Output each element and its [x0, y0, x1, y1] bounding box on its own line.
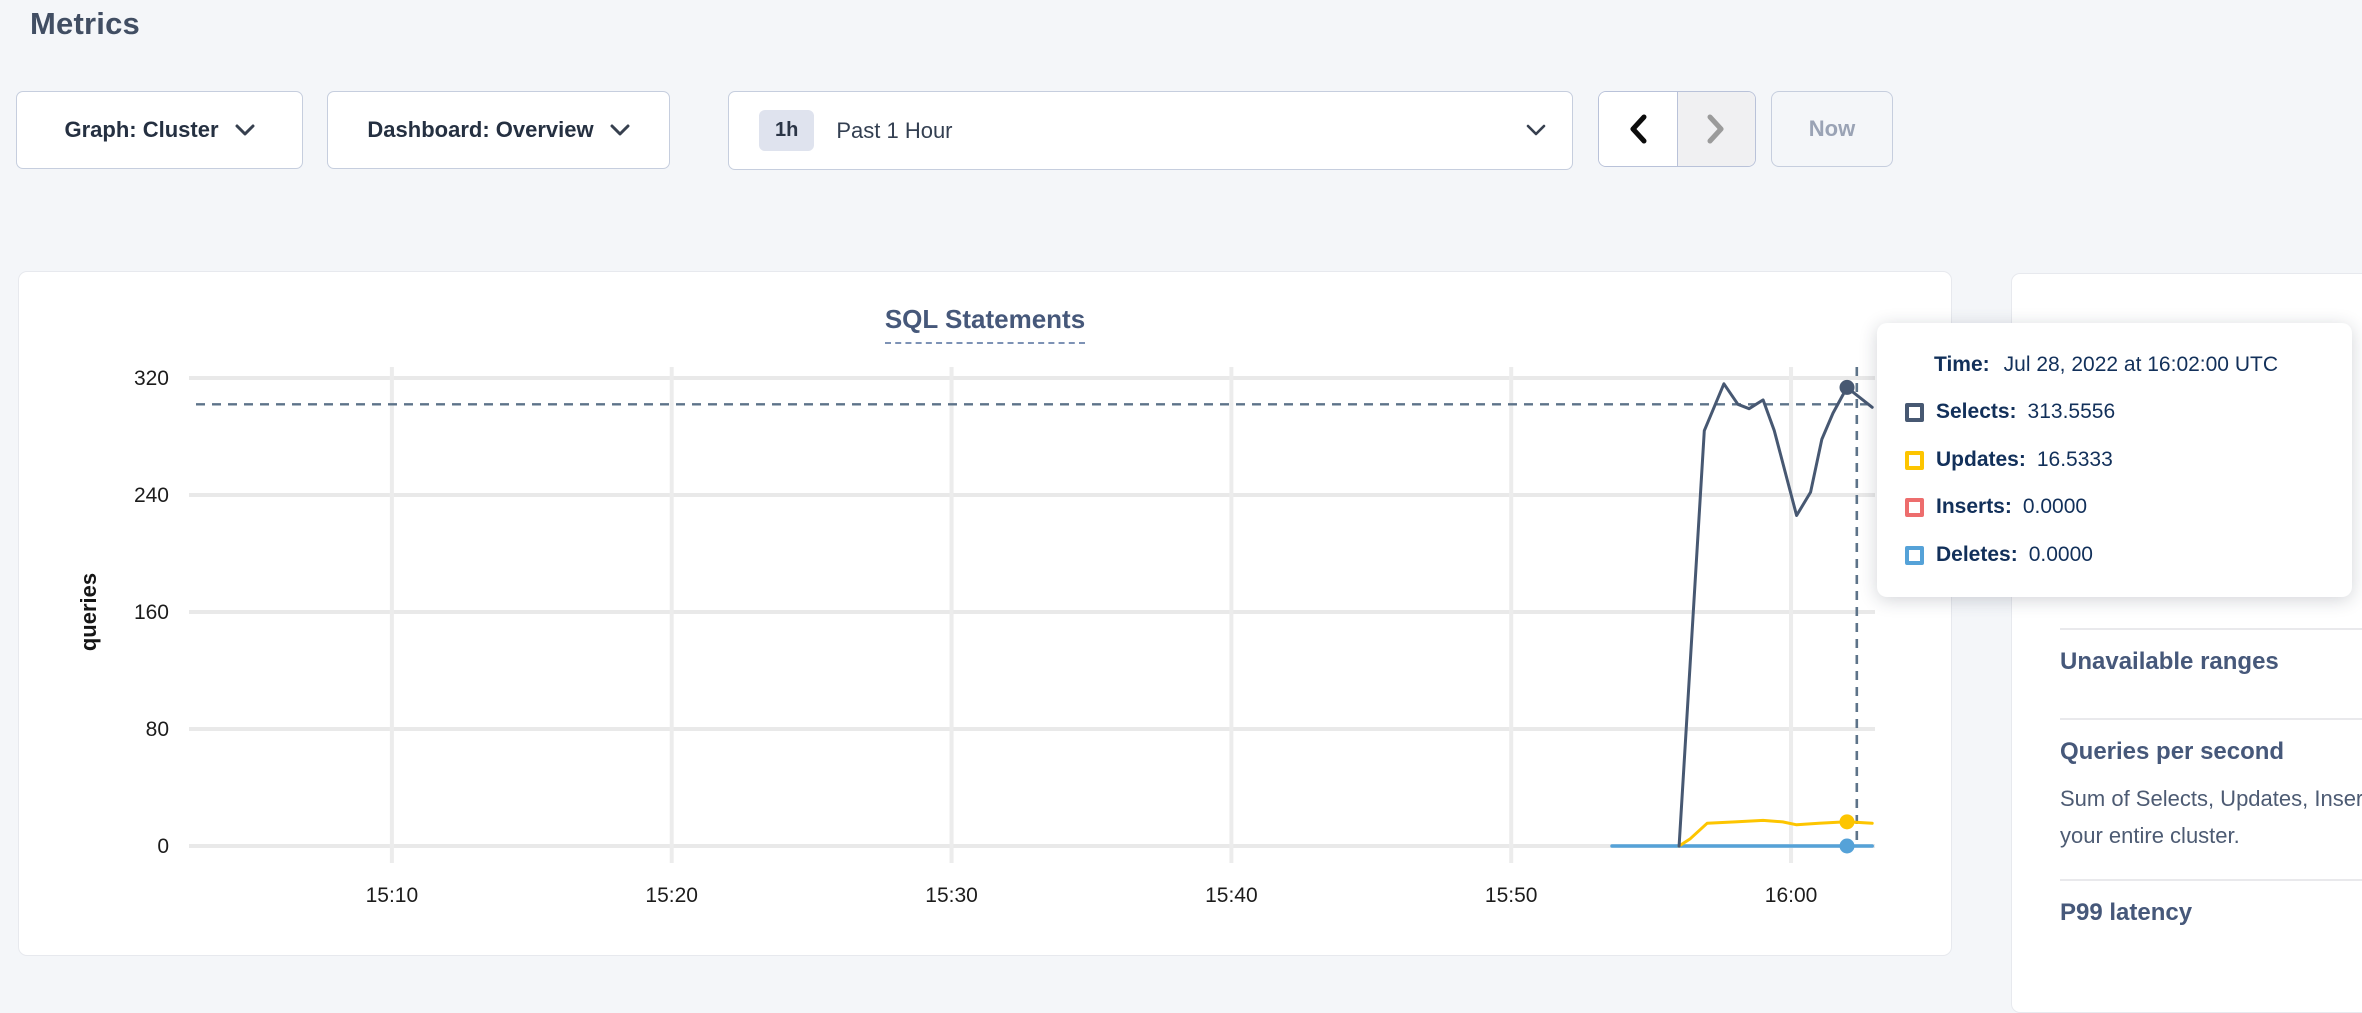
tooltip-series-value: 0.0000: [2029, 543, 2093, 567]
hover-marker-selects: [1840, 380, 1855, 395]
tooltip-series-value: 0.0000: [2023, 495, 2087, 519]
svg-text:15:40: 15:40: [1205, 884, 1258, 907]
tooltip-row-selects: Selects: 313.5556: [1905, 400, 2115, 424]
dashboard-dropdown-label: Dashboard: Overview: [367, 117, 593, 143]
sql-statements-chart-card: SQL Statements queries 08016024032015:10…: [18, 271, 1952, 956]
tooltip-series-label: Selects:: [1936, 400, 2017, 424]
tooltip-series-label: Inserts:: [1936, 495, 2012, 519]
sidebar-heading-unavailable-ranges: Unavailable ranges: [2060, 648, 2279, 676]
svg-text:80: 80: [146, 718, 169, 741]
svg-text:15:20: 15:20: [645, 884, 698, 907]
tooltip-time-row: Time: Jul 28, 2022 at 16:02:00 UTC: [1934, 353, 2278, 377]
tooltip-time-label: Time:: [1934, 353, 1990, 376]
tooltip-row-inserts: Inserts: 0.0000: [1905, 495, 2087, 519]
chevron-left-icon: [1627, 113, 1649, 145]
svg-text:320: 320: [134, 367, 169, 390]
tooltip-series-value: 313.5556: [2028, 400, 2116, 424]
graph-scope-dropdown[interactable]: Graph: Cluster: [16, 91, 303, 169]
tooltip-row-deletes: Deletes: 0.0000: [1905, 543, 2093, 567]
svg-text:15:50: 15:50: [1485, 884, 1538, 907]
sidebar-description-line: your entire cluster.: [2060, 823, 2240, 849]
tooltip-series-label: Updates:: [1936, 448, 2026, 472]
tooltip-time-value: Jul 28, 2022 at 16:02:00 UTC: [2004, 353, 2278, 376]
page-title: Metrics: [30, 2, 140, 46]
hover-marker-updates: [1840, 814, 1855, 829]
chevron-down-icon: [1526, 124, 1546, 137]
svg-text:240: 240: [134, 484, 169, 507]
svg-text:15:30: 15:30: [925, 884, 978, 907]
tooltip-series-label: Deletes:: [1936, 543, 2018, 567]
sidebar-heading-queries-per-second: Queries per second: [2060, 738, 2284, 766]
updates-swatch-icon: [1905, 451, 1924, 470]
svg-text:16:00: 16:00: [1765, 884, 1818, 907]
chart-gridlines: [189, 367, 1875, 863]
tooltip-row-updates: Updates: 16.5333: [1905, 448, 2113, 472]
next-time-window-button[interactable]: [1678, 92, 1756, 166]
sidebar-description-line: Sum of Selects, Updates, Inser: [2060, 786, 2362, 812]
time-pager: [1598, 91, 1756, 167]
chevron-down-icon: [610, 124, 630, 137]
selects-swatch-icon: [1905, 403, 1924, 422]
chevron-right-icon: [1705, 113, 1727, 145]
divider: [2060, 718, 2362, 720]
sidebar-heading-p99-latency: P99 latency: [2060, 899, 2192, 927]
graph-scope-dropdown-label: Graph: Cluster: [64, 117, 218, 143]
chart-axis-labels: 0 80 160 240 320 15:10 15:20 15:30 15:40 15:50 16:…: [134, 367, 1817, 907]
sql-statements-chart[interactable]: 0 80 160 240 320 15:10 15:20 15:30 15:40 15:50 16:…: [19, 272, 1953, 957]
svg-text:0: 0: [157, 835, 169, 858]
chart-hover-tooltip: Time: Jul 28, 2022 at 16:02:00 UTC Select…: [1877, 323, 2352, 597]
inserts-swatch-icon: [1905, 498, 1924, 517]
time-range-badge: 1h: [759, 110, 814, 151]
divider: [2060, 628, 2362, 630]
now-button[interactable]: Now: [1771, 91, 1893, 167]
divider: [2060, 879, 2362, 881]
svg-text:15:10: 15:10: [366, 884, 419, 907]
series-line-selects: [1679, 384, 1872, 846]
hover-marker-deletes: [1840, 839, 1855, 854]
deletes-swatch-icon: [1905, 546, 1924, 565]
previous-time-window-button[interactable]: [1599, 92, 1678, 166]
time-range-label: Past 1 Hour: [836, 118, 952, 144]
time-range-selector[interactable]: 1h Past 1 Hour: [728, 91, 1573, 170]
dashboard-dropdown[interactable]: Dashboard: Overview: [327, 91, 670, 169]
metrics-page: { "page": { "title": "Metrics" }, "color…: [0, 0, 2362, 966]
chevron-down-icon: [235, 124, 255, 137]
svg-text:160: 160: [134, 601, 169, 624]
tooltip-series-value: 16.5333: [2037, 448, 2113, 472]
